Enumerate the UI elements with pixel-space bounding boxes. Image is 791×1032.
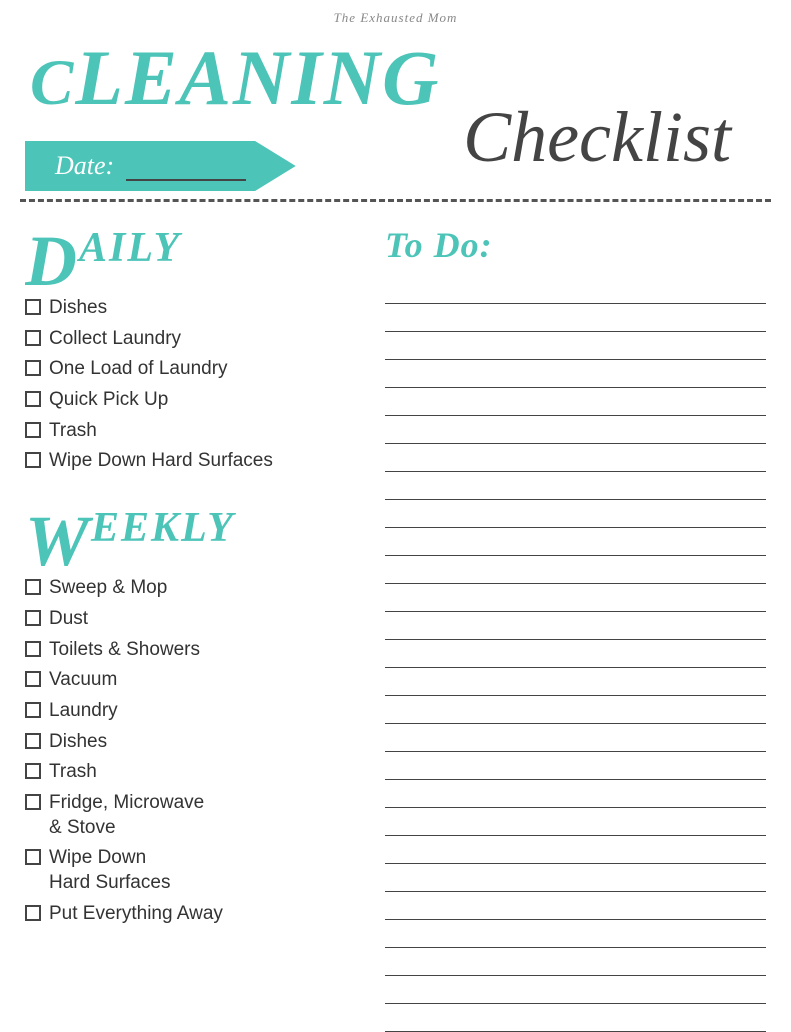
checkbox[interactable]	[25, 330, 41, 346]
todo-line[interactable]	[385, 696, 766, 724]
list-item: Wipe Down Hard Surfaces	[25, 449, 365, 474]
date-underline	[126, 179, 246, 181]
dashed-divider	[20, 199, 771, 202]
checkbox[interactable]	[25, 610, 41, 626]
list-item: Put Everything Away	[25, 902, 365, 927]
todo-line[interactable]	[385, 528, 766, 556]
item-text: Quick Pick Up	[49, 388, 365, 413]
item-text: Collect Laundry	[49, 327, 365, 352]
item-text: Dishes	[49, 296, 365, 321]
checkbox[interactable]	[25, 905, 41, 921]
item-text: Dust	[49, 607, 365, 632]
todo-line[interactable]	[385, 724, 766, 752]
todo-line[interactable]	[385, 500, 766, 528]
todo-line[interactable]	[385, 584, 766, 612]
list-item: Trash	[25, 760, 365, 785]
checkbox[interactable]	[25, 702, 41, 718]
todo-line[interactable]	[385, 304, 766, 332]
todo-line[interactable]	[385, 752, 766, 780]
list-item: Dishes	[25, 730, 365, 755]
list-item: Sweep & Mop	[25, 576, 365, 601]
checkbox[interactable]	[25, 360, 41, 376]
item-text: Vacuum	[49, 668, 365, 693]
list-item: Collect Laundry	[25, 327, 365, 352]
todo-line[interactable]	[385, 948, 766, 976]
todo-line[interactable]	[385, 780, 766, 808]
list-item: Quick Pick Up	[25, 388, 365, 413]
list-item: Vacuum	[25, 668, 365, 693]
date-banner: Date:	[0, 141, 791, 191]
checkbox[interactable]	[25, 849, 41, 865]
todo-line[interactable]	[385, 332, 766, 360]
item-text: One Load of Laundry	[49, 357, 365, 382]
todo-line[interactable]	[385, 360, 766, 388]
daily-list: Dishes Collect Laundry One Load of Laund…	[25, 296, 365, 474]
date-label: Date:	[55, 151, 114, 180]
todo-line[interactable]	[385, 1004, 766, 1032]
site-name: The Exhausted Mom	[30, 10, 761, 26]
checkbox[interactable]	[25, 641, 41, 657]
todo-line[interactable]	[385, 920, 766, 948]
daily-section-header: D AILY	[25, 224, 365, 288]
checkbox[interactable]	[25, 422, 41, 438]
todo-line[interactable]	[385, 808, 766, 836]
checkbox[interactable]	[25, 794, 41, 810]
list-item: Dust	[25, 607, 365, 632]
checkbox[interactable]	[25, 299, 41, 315]
item-text: Wipe DownHard Surfaces	[49, 846, 365, 895]
date-arrow: Date:	[25, 141, 296, 191]
todo-line[interactable]	[385, 612, 766, 640]
list-item: Fridge, Microwave& Stove	[25, 791, 365, 840]
todo-lines	[385, 276, 766, 1032]
todo-line[interactable]	[385, 640, 766, 668]
todo-line[interactable]	[385, 556, 766, 584]
todo-line[interactable]	[385, 892, 766, 920]
todo-header: To Do:	[385, 224, 766, 266]
weekly-section: W EEKLY Sweep & Mop Dust Toilets & Showe…	[25, 504, 365, 926]
todo-line[interactable]	[385, 836, 766, 864]
left-column: D AILY Dishes Collect Laundry One Load o…	[25, 214, 365, 1032]
item-text: Wipe Down Hard Surfaces	[49, 449, 365, 474]
weekly-list: Sweep & Mop Dust Toilets & Showers Vacuu…	[25, 576, 365, 926]
todo-line[interactable]	[385, 388, 766, 416]
item-text: Sweep & Mop	[49, 576, 365, 601]
header: The Exhausted Mom CLEANING Checklist	[0, 0, 791, 146]
todo-line[interactable]	[385, 976, 766, 1004]
todo-line[interactable]	[385, 444, 766, 472]
weekly-section-header: W EEKLY	[25, 504, 365, 568]
item-text: Toilets & Showers	[49, 638, 365, 663]
list-item: Laundry	[25, 699, 365, 724]
right-column: To Do:	[385, 214, 766, 1032]
checkbox[interactable]	[25, 579, 41, 595]
item-text: Fridge, Microwave& Stove	[49, 791, 365, 840]
checkbox[interactable]	[25, 763, 41, 779]
todo-line[interactable]	[385, 416, 766, 444]
item-text: Put Everything Away	[49, 902, 365, 927]
item-text: Trash	[49, 419, 365, 444]
todo-line[interactable]	[385, 668, 766, 696]
page: The Exhausted Mom CLEANING Checklist Dat…	[0, 0, 791, 1032]
todo-line[interactable]	[385, 864, 766, 892]
item-text: Trash	[49, 760, 365, 785]
list-item: Trash	[25, 419, 365, 444]
item-text: Laundry	[49, 699, 365, 724]
list-item: One Load of Laundry	[25, 357, 365, 382]
list-item: Toilets & Showers	[25, 638, 365, 663]
todo-line[interactable]	[385, 472, 766, 500]
main-content: D AILY Dishes Collect Laundry One Load o…	[0, 214, 791, 1032]
checkbox[interactable]	[25, 452, 41, 468]
checkbox[interactable]	[25, 671, 41, 687]
list-item: Wipe DownHard Surfaces	[25, 846, 365, 895]
todo-line[interactable]	[385, 276, 766, 304]
checkbox[interactable]	[25, 733, 41, 749]
checkbox[interactable]	[25, 391, 41, 407]
list-item: Dishes	[25, 296, 365, 321]
item-text: Dishes	[49, 730, 365, 755]
